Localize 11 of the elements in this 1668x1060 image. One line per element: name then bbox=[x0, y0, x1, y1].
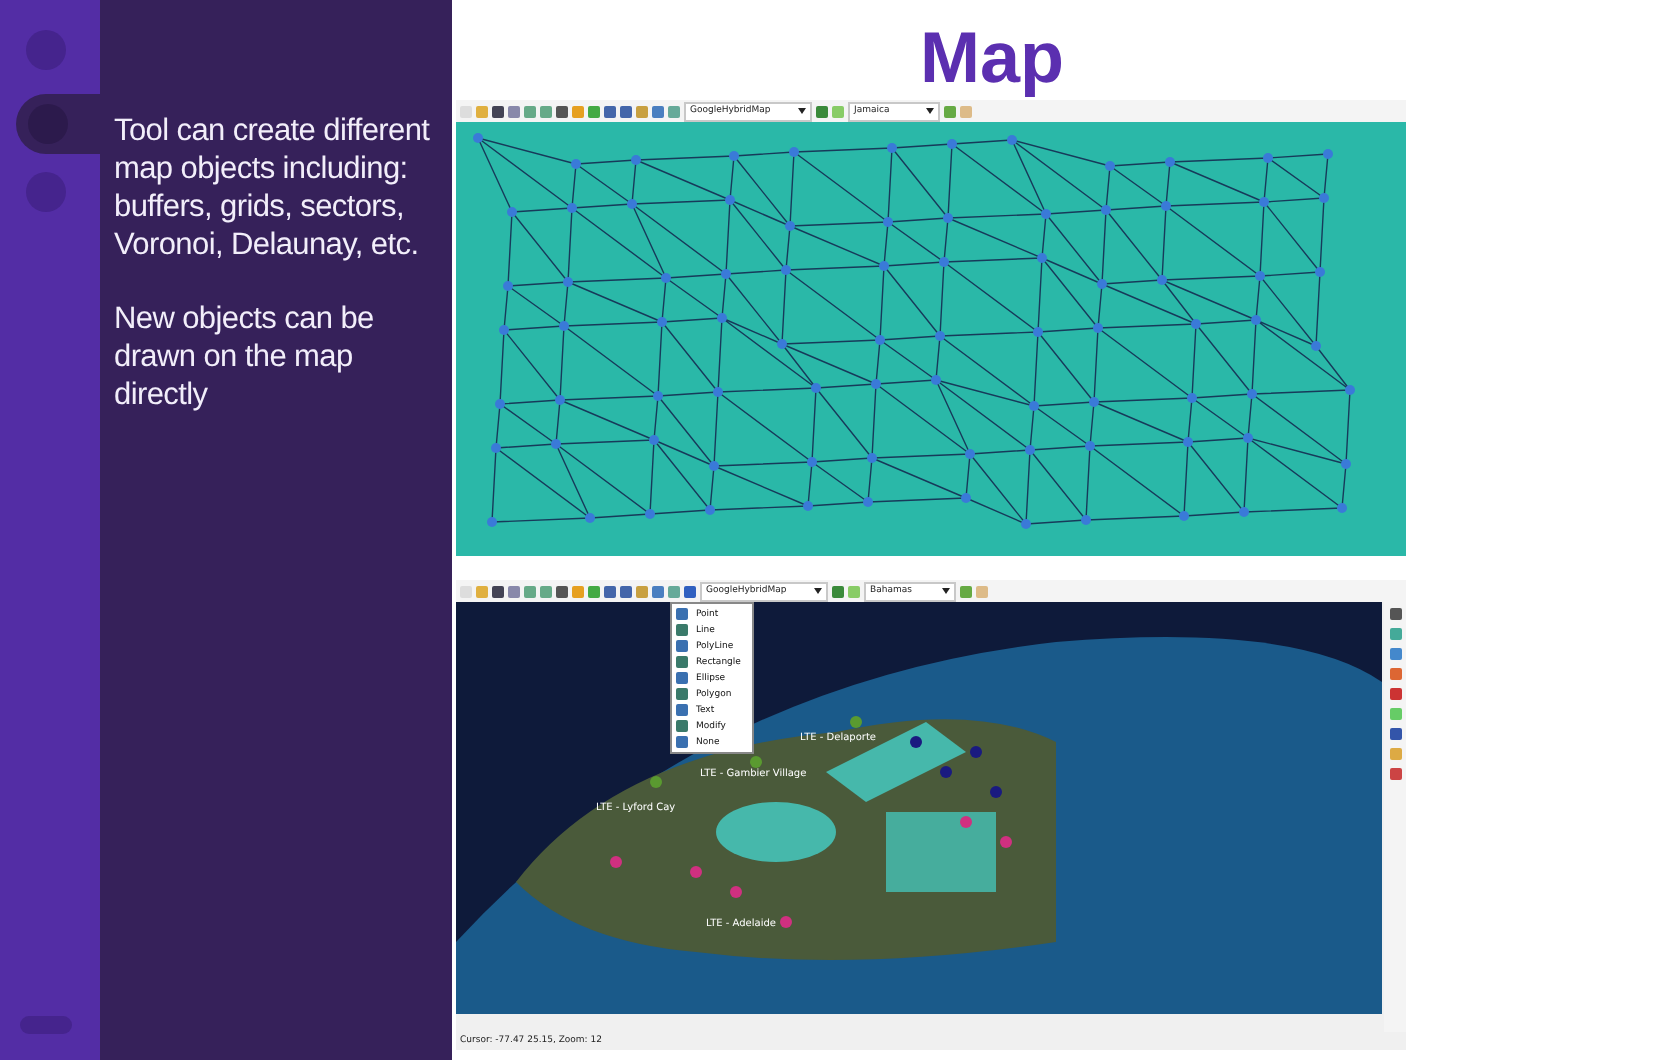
caret-icon bbox=[926, 108, 934, 114]
caret-icon bbox=[942, 588, 950, 594]
caret-icon bbox=[814, 588, 822, 594]
decor-pill bbox=[20, 1016, 72, 1034]
slide-title: Map bbox=[920, 16, 1064, 100]
body-text: Tool can create different map objects including: buffers, grids, sectors, Voronoi, Delaunay, etc. bbox=[114, 112, 432, 264]
body-text: New objects can be drawn on the map directly bbox=[114, 300, 376, 414]
decor-dot bbox=[26, 172, 66, 212]
caret-icon bbox=[798, 108, 806, 114]
decor-dot bbox=[28, 104, 68, 144]
decor-dot bbox=[26, 30, 66, 70]
